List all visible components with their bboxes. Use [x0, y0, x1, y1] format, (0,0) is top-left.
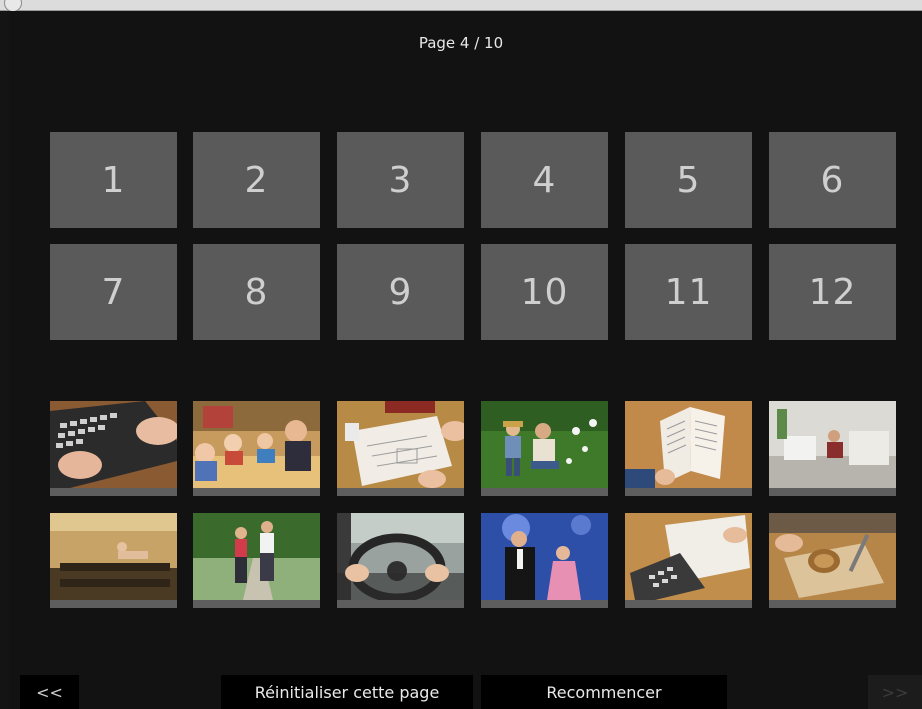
reset-page-button[interactable]: Réinitialiser cette page: [221, 675, 473, 709]
bathroom-illustration: [769, 401, 896, 488]
calculator-illustration: [625, 513, 752, 600]
drawing-paper-image[interactable]: [337, 401, 464, 496]
restart-button[interactable]: Recommencer: [481, 675, 727, 709]
classroom-children-image[interactable]: [193, 401, 320, 496]
drop-slot-4[interactable]: 4: [481, 132, 608, 228]
thumb-bar: [337, 600, 464, 608]
garden-family-image[interactable]: [481, 401, 608, 496]
keyboard-illustration: [50, 401, 177, 488]
drop-slot-9[interactable]: 9: [337, 244, 464, 340]
page-indicator: Page 4 / 10: [418, 34, 504, 52]
drawing-illustration: [337, 401, 464, 488]
driving-car-image[interactable]: [337, 513, 464, 608]
browser-top-edge: [0, 0, 922, 12]
driving-illustration: [337, 513, 464, 600]
thumb-bar: [625, 488, 752, 496]
sauna-image[interactable]: [50, 513, 177, 608]
thumb-bar: [50, 600, 177, 608]
singers-stage-image[interactable]: [481, 513, 608, 608]
drop-slot-1[interactable]: 1: [50, 132, 177, 228]
thumb-bar: [481, 600, 608, 608]
drop-slot-2[interactable]: 2: [193, 132, 320, 228]
drop-slot-7[interactable]: 7: [50, 244, 177, 340]
jogging-illustration: [193, 513, 320, 600]
sauna-illustration: [50, 513, 177, 600]
drop-slot-12[interactable]: 12: [769, 244, 896, 340]
woodwork-image[interactable]: [769, 513, 896, 608]
drop-slot-8[interactable]: 8: [193, 244, 320, 340]
drop-slot-6[interactable]: 6: [769, 132, 896, 228]
thumb-bar: [769, 600, 896, 608]
calculator-writing-image[interactable]: [625, 513, 752, 608]
thumb-bar: [337, 488, 464, 496]
next-page-button[interactable]: >>: [868, 675, 922, 709]
garden-illustration: [481, 401, 608, 488]
drop-slot-5[interactable]: 5: [625, 132, 752, 228]
typing-keyboard-image[interactable]: [50, 401, 177, 496]
thumb-bar: [193, 600, 320, 608]
jogging-couple-image[interactable]: [193, 513, 320, 608]
drop-slot-10[interactable]: 10: [481, 244, 608, 340]
classroom-illustration: [193, 401, 320, 488]
thumb-bar: [769, 488, 896, 496]
woodwork-illustration: [769, 513, 896, 600]
reading-book-image[interactable]: [625, 401, 752, 496]
drop-slot-11[interactable]: 11: [625, 244, 752, 340]
thumb-bar: [625, 600, 752, 608]
thumb-bar: [50, 488, 177, 496]
thumb-bar: [193, 488, 320, 496]
thumb-bar: [481, 488, 608, 496]
bathroom-cleaning-image[interactable]: [769, 401, 896, 496]
book-illustration: [625, 401, 752, 488]
previous-page-button[interactable]: <<: [20, 675, 79, 709]
drop-slot-3[interactable]: 3: [337, 132, 464, 228]
stage-illustration: [481, 513, 608, 600]
